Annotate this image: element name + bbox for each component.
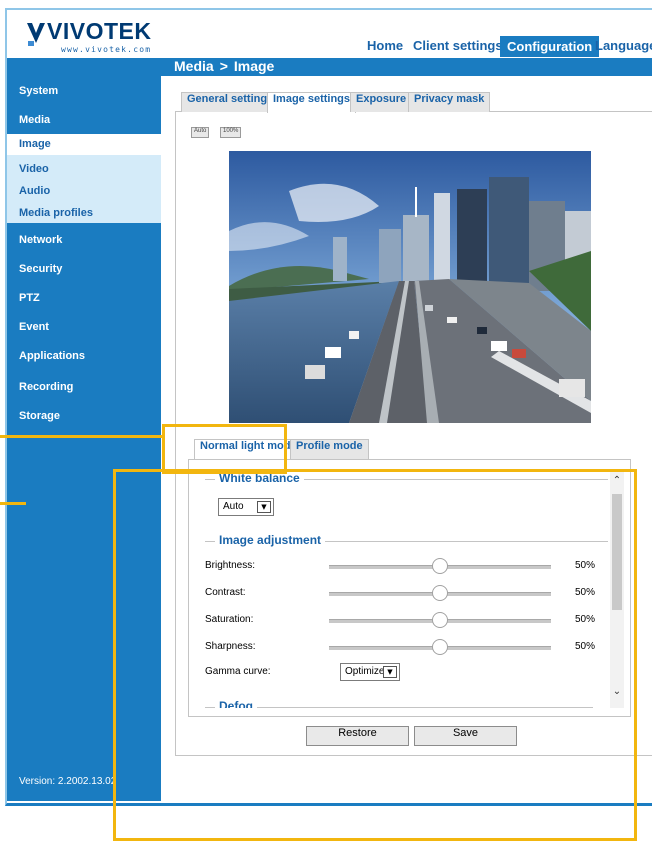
firmware-version: Version: 2.2002.13.02 [19, 776, 117, 787]
zoom-auto-button[interactable]: Auto [191, 127, 210, 138]
zoom-100-button[interactable]: 100% [220, 127, 242, 138]
sidebar-item-applications[interactable]: Applications [19, 350, 85, 362]
top-navigation: Home Client settings Configuration Langu… [0, 36, 652, 58]
submenu-item-media-profiles[interactable]: Media profiles [19, 207, 93, 219]
nav-home[interactable]: Home [367, 38, 403, 53]
sidebar-item-storage[interactable]: Storage [19, 410, 60, 422]
breadcrumb-section: Media [174, 58, 214, 74]
nav-language[interactable]: Language [595, 38, 652, 53]
camera-scene-image [229, 151, 591, 423]
sidebar-item-media[interactable]: Media [19, 114, 50, 126]
breadcrumb-page: Image [233, 58, 275, 74]
highlight-box-settings [113, 469, 637, 841]
breadcrumb-separator: > [219, 58, 228, 74]
submenu-item-audio[interactable]: Audio [19, 185, 50, 197]
callout-line-top [0, 435, 163, 438]
sidebar-item-recording[interactable]: Recording [19, 381, 73, 393]
callout-line-bottom [0, 502, 26, 505]
tab-exposure[interactable]: Exposure [350, 92, 413, 112]
highlight-box-mode-tab [162, 424, 287, 474]
submenu-item-video[interactable]: Video [19, 163, 49, 175]
tab-general-settings[interactable]: General settings [181, 92, 280, 112]
tab-profile-mode[interactable]: Profile mode [290, 439, 369, 460]
sidebar-item-system[interactable]: System [19, 85, 58, 97]
tab-image-settings[interactable]: Image settings [267, 92, 357, 113]
breadcrumb: Media > Image [174, 58, 274, 76]
camera-live-view[interactable] [229, 151, 591, 423]
header-bar [7, 58, 652, 76]
sidebar-item-network[interactable]: Network [19, 234, 62, 246]
tab-privacy-mask[interactable]: Privacy mask [408, 92, 491, 112]
sidebar-item-security[interactable]: Security [19, 263, 62, 275]
nav-client-settings[interactable]: Client settings [413, 38, 503, 53]
sidebar-item-event[interactable]: Event [19, 321, 49, 333]
sidebar-item-ptz[interactable]: PTZ [19, 292, 40, 304]
submenu-item-image[interactable]: Image [7, 134, 161, 155]
nav-configuration[interactable]: Configuration [500, 36, 600, 57]
